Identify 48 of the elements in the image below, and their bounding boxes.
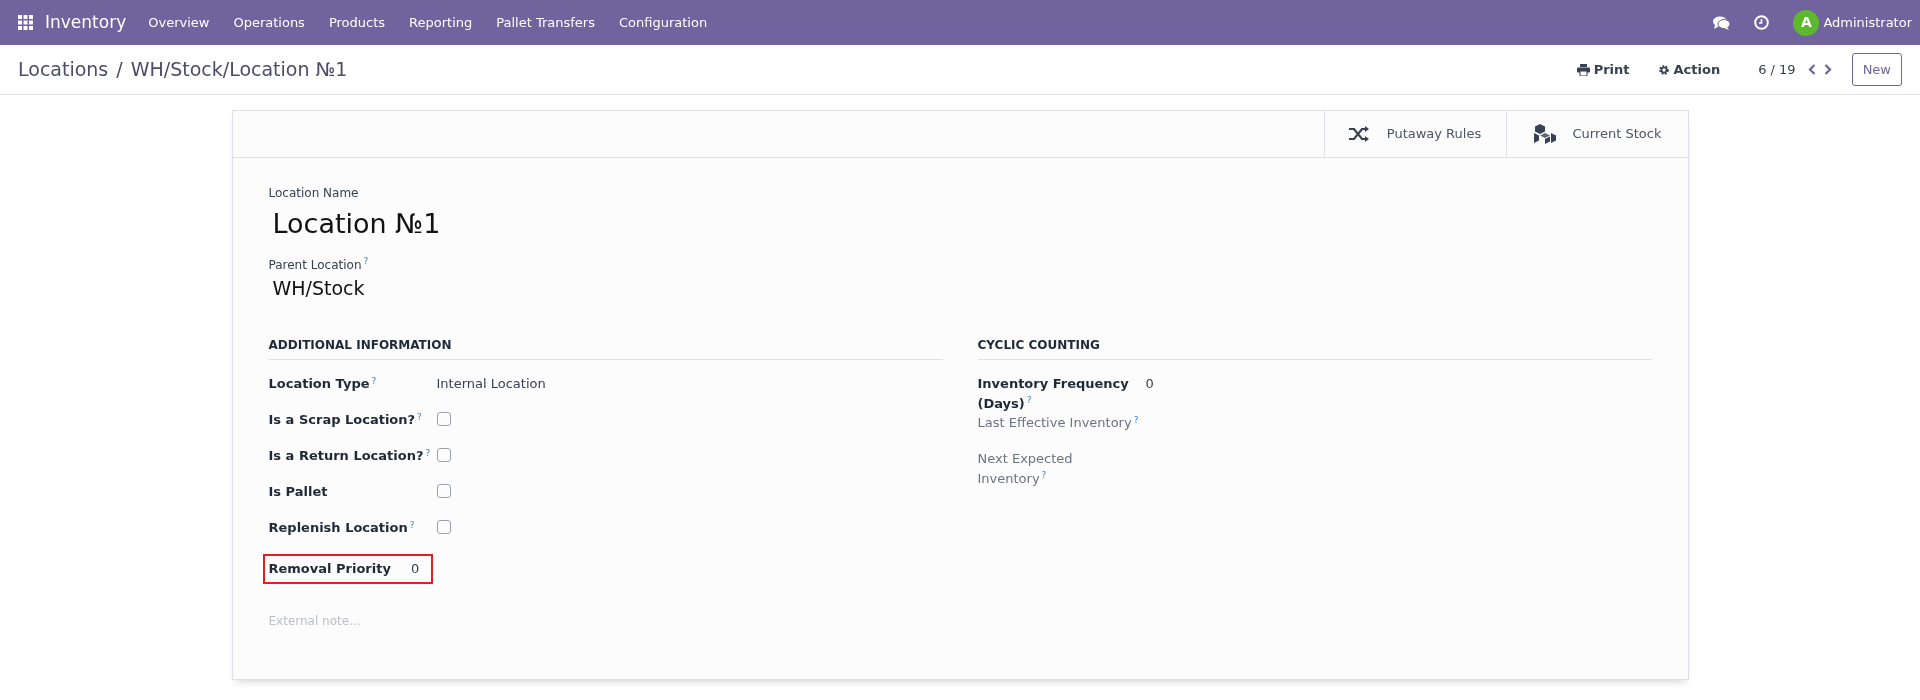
location-name-value: Location №1 — [272, 207, 442, 241]
clock-icon[interactable] — [1754, 15, 1770, 30]
field-label: Is a Return Location?$^{?}$ — [268, 446, 432, 465]
checkbox[interactable] — [436, 520, 451, 534]
field-label: Is a Scrap Location?$^{?}$ — [268, 410, 423, 429]
print-icon — [1576, 63, 1590, 76]
field-label: Location Type$^{?}$ — [268, 374, 378, 393]
smart-button[interactable]: Current Stock — [1505, 111, 1688, 157]
field-label: Replenish Location$^{?}$ — [268, 518, 416, 537]
pager-value: 6 / 19 — [1758, 60, 1796, 79]
field-value[interactable]: 0 — [410, 559, 420, 579]
field-value[interactable]: 0 — [1145, 374, 1154, 394]
help-mark[interactable]: ? — [363, 255, 369, 266]
section-heading: CYCLIC COUNTING — [977, 336, 1652, 360]
menu-item[interactable]: Overview — [136, 12, 222, 33]
breadcrumb-link[interactable]: Locations — [18, 58, 109, 81]
menu-item[interactable]: Reporting — [397, 12, 485, 33]
menu-item[interactable]: Products — [316, 12, 398, 33]
checkbox[interactable] — [436, 412, 451, 426]
checkbox[interactable] — [436, 448, 451, 462]
smart-button[interactable]: Putaway Rules — [1323, 111, 1506, 157]
breadcrumb-current: WH/Stock/Location №1 — [130, 58, 348, 81]
chat-icon[interactable] — [1713, 15, 1731, 30]
field-label: Next Expected Inventory$^{?}$ — [977, 450, 1074, 488]
apps-menu-icon[interactable] — [18, 15, 33, 30]
field-label: Last Effective Inventory$^{?}$ — [977, 413, 1140, 432]
app-name[interactable]: Inventory — [45, 9, 127, 36]
boxes-icon — [1532, 124, 1557, 144]
field-label: Removal Priority — [268, 560, 391, 578]
new-button[interactable]: New — [1851, 52, 1902, 87]
field-value[interactable]: Internal Location — [436, 374, 546, 394]
field-label: Inventory Frequency (Days)$^{?}$ — [977, 375, 1130, 413]
action-button[interactable]: Action — [1651, 58, 1727, 81]
breadcrumb-separator: / — [116, 58, 123, 81]
parent-location-value: WH/Stock — [272, 275, 366, 301]
gear-icon — [1657, 63, 1670, 76]
menu-item[interactable]: Configuration — [606, 12, 720, 33]
menu-item[interactable]: Operations — [221, 12, 317, 33]
action-button[interactable]: Print — [1570, 58, 1636, 81]
note-field[interactable]: External note... — [268, 611, 419, 630]
field-label: Parent Location — [268, 257, 362, 272]
checkbox[interactable] — [436, 484, 451, 498]
menu-item[interactable]: Pallet Transfers — [484, 12, 607, 33]
field-label: Location Name — [268, 185, 360, 202]
field-label: Is Pallet — [268, 483, 329, 501]
user-name[interactable]: Administrator — [1823, 12, 1912, 33]
section-heading: ADDITIONAL INFORMATION — [268, 336, 943, 360]
shuffle-icon — [1348, 126, 1371, 142]
